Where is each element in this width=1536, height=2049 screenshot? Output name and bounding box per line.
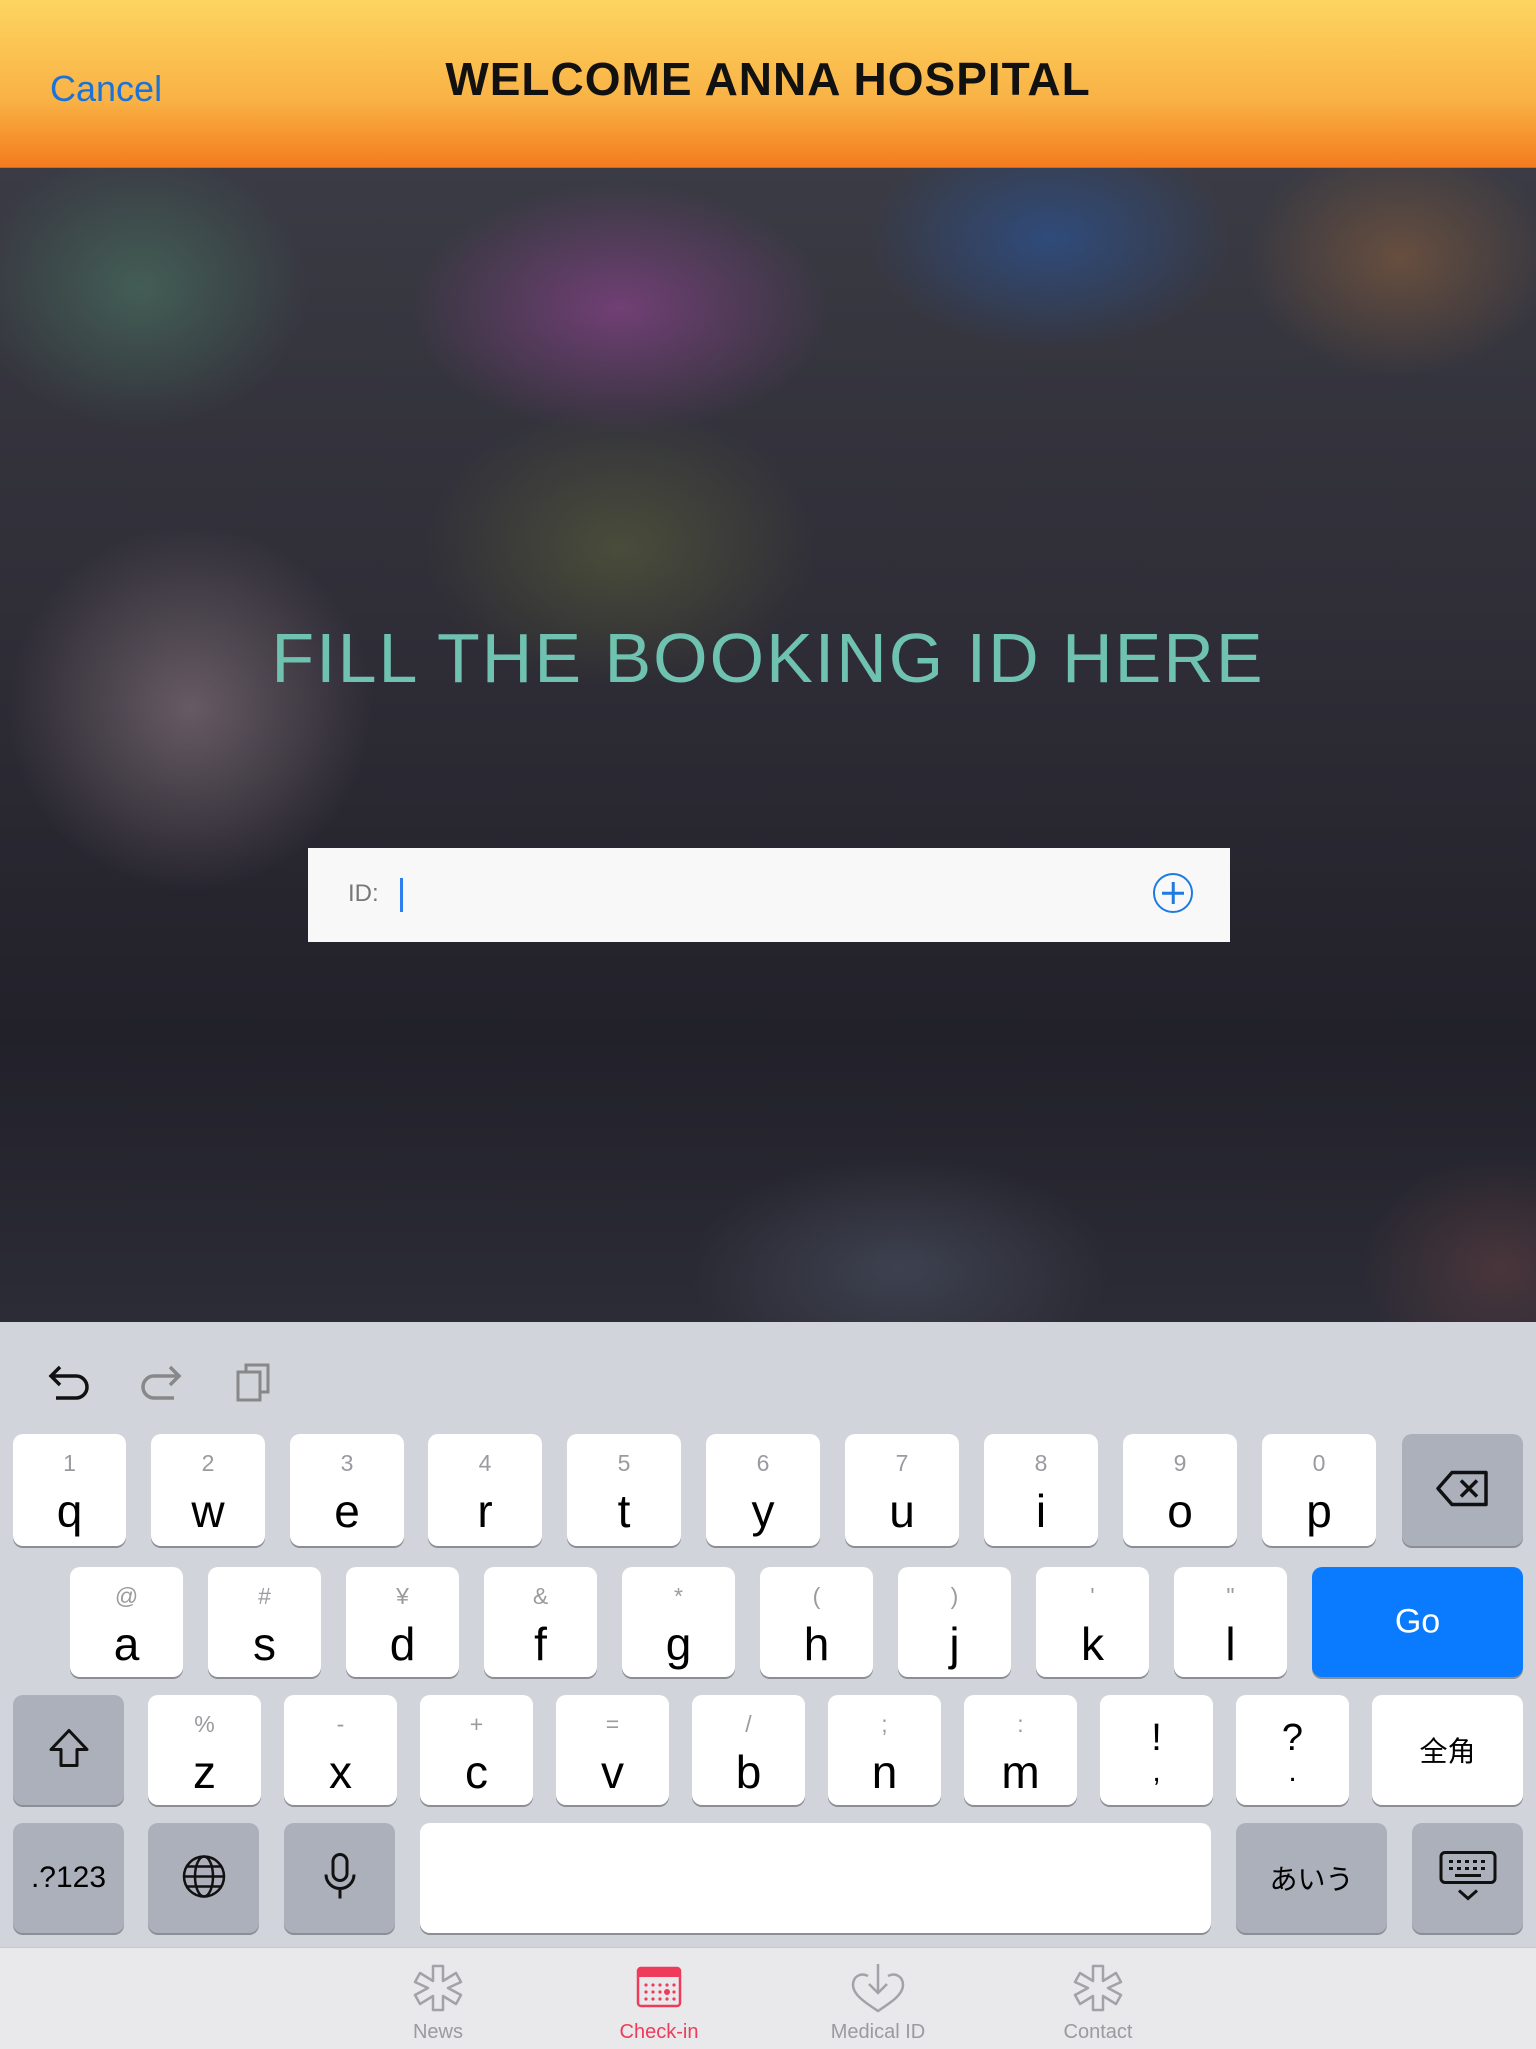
redo-icon[interactable] <box>136 1358 186 1408</box>
numbers-key[interactable]: .?123 <box>13 1823 124 1933</box>
paste-icon[interactable] <box>230 1358 280 1408</box>
asterisk-icon <box>413 1964 463 2012</box>
tab-bar: News Check-in Medical ID Contact <box>0 1947 1536 2049</box>
key-i[interactable]: 8i <box>984 1434 1098 1546</box>
tab-label-contact: Contact <box>1063 2021 1133 2043</box>
blurred-background: FILL THE BOOKING ID HERE ID: <box>0 168 1536 1322</box>
id-label: ID: <box>348 880 379 907</box>
space-key[interactable] <box>420 1823 1211 1933</box>
key-y[interactable]: 6y <box>706 1434 820 1546</box>
key-g[interactable]: * g <box>622 1567 735 1677</box>
globe-icon <box>148 1853 259 1904</box>
key-r[interactable]: 4r <box>428 1434 542 1546</box>
key-n[interactable]: ; n <box>828 1695 941 1805</box>
key-f[interactable]: & f <box>484 1567 597 1677</box>
kana-key[interactable]: あいう <box>1236 1823 1387 1933</box>
tab-label-medical-id: Medical ID <box>830 2021 926 2043</box>
key-j[interactable]: ) j <box>898 1567 1011 1677</box>
key-h[interactable]: (h <box>760 1567 873 1677</box>
add-circle-icon[interactable] <box>1153 873 1193 913</box>
dismiss-keyboard-key[interactable] <box>1412 1823 1523 1933</box>
key-a[interactable]: @ a <box>70 1567 183 1677</box>
keyboard-hide-icon <box>1412 1850 1523 1907</box>
key-t[interactable]: 5t <box>567 1434 681 1546</box>
key-c[interactable]: + c <box>420 1695 533 1805</box>
asterisk-icon <box>1073 1964 1123 2012</box>
key-b[interactable]: / b <box>692 1695 805 1805</box>
go-key[interactable]: Go <box>1312 1567 1523 1677</box>
key-q[interactable]: 1q <box>13 1434 126 1546</box>
booking-id-input[interactable] <box>396 872 1150 920</box>
key-z[interactable]: % z <box>148 1695 261 1805</box>
key-d[interactable]: ¥ d <box>346 1567 459 1677</box>
calendar-icon <box>636 1966 682 2008</box>
tab-news[interactable]: News <box>363 1948 513 2049</box>
tab-label-news: News <box>412 2021 463 2043</box>
tab-check-in[interactable]: Check-in <box>584 1948 734 2049</box>
key-p[interactable]: 0p <box>1262 1434 1376 1546</box>
backspace-icon <box>1402 1469 1523 1512</box>
page-title: WELCOME ANNA HOSPITAL <box>445 53 1091 105</box>
key-v[interactable]: = v <box>556 1695 669 1805</box>
key-o[interactable]: 9o <box>1123 1434 1237 1546</box>
microphone-icon <box>284 1851 395 1906</box>
instruction-heading: FILL THE BOOKING ID HERE <box>271 619 1265 697</box>
key-m[interactable]: :m <box>964 1695 1077 1805</box>
globe-key[interactable] <box>148 1823 259 1933</box>
on-screen-keyboard: 1q 2w 3e 4r 5t 6y 7u 8i 9o 0p @ a # s ¥ d &… <box>0 1322 1536 1947</box>
key-k[interactable]: ' k <box>1036 1567 1149 1677</box>
delete-key[interactable] <box>1402 1434 1523 1546</box>
dictation-key[interactable] <box>284 1823 395 1933</box>
key-w[interactable]: 2w <box>151 1434 265 1546</box>
text-caret <box>400 878 403 912</box>
key-e[interactable]: 3e <box>290 1434 404 1546</box>
navigation-bar: Cancel WELCOME ANNA HOSPITAL <box>0 0 1536 168</box>
tab-contact[interactable]: Contact <box>1023 1948 1173 2049</box>
shift-key[interactable] <box>13 1695 124 1805</box>
tab-label-check-in: Check-in <box>619 2021 699 2043</box>
key-u[interactable]: 7u <box>845 1434 959 1546</box>
key-s[interactable]: # s <box>208 1567 321 1677</box>
heart-download-icon <box>851 1964 905 2013</box>
booking-id-field[interactable]: ID: <box>308 848 1230 942</box>
key-x[interactable]: -x <box>284 1695 397 1805</box>
key-l[interactable]: " l <box>1174 1567 1287 1677</box>
shift-arrow-icon <box>13 1726 124 1775</box>
key-question[interactable]: ?. <box>1236 1695 1349 1805</box>
zenkaku-key[interactable]: 全角 <box>1372 1695 1523 1805</box>
undo-icon[interactable] <box>44 1358 94 1408</box>
key-exclamation[interactable]: !, <box>1100 1695 1213 1805</box>
tab-medical-id[interactable]: Medical ID <box>803 1948 953 2049</box>
